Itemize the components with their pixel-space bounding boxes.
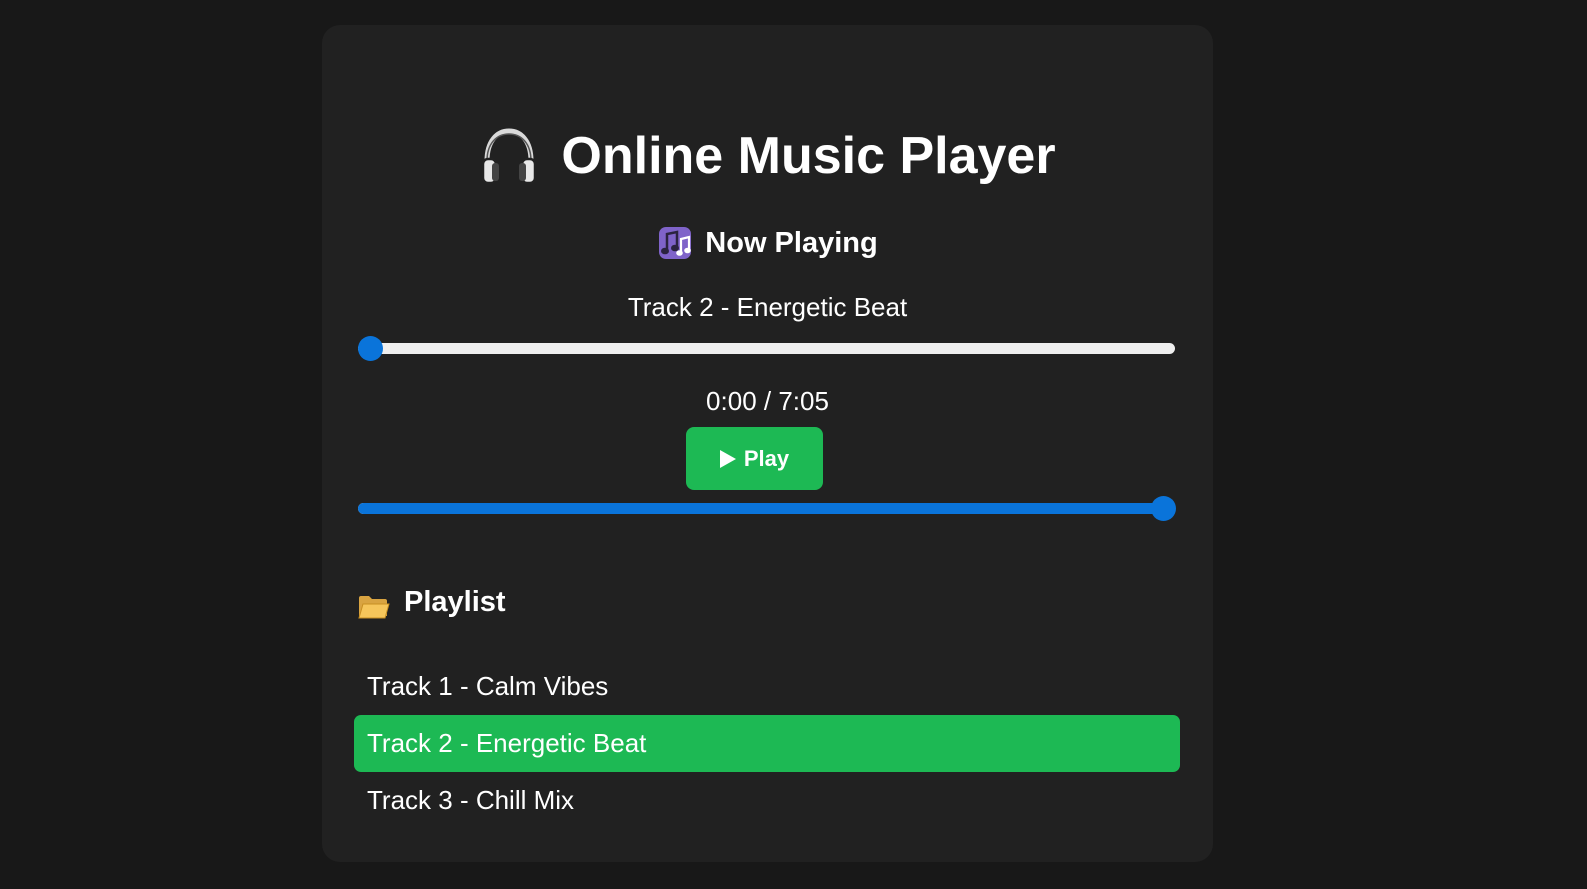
volume-slider[interactable] bbox=[358, 495, 1176, 521]
player-card: Online Music Player Now Playing Track 2 … bbox=[322, 25, 1213, 862]
play-button-label: Play bbox=[743, 445, 790, 471]
headphones-icon bbox=[479, 125, 539, 187]
open-folder-icon bbox=[358, 589, 390, 619]
now-playing-label: Now Playing bbox=[705, 227, 878, 259]
play-triangle-icon bbox=[719, 449, 736, 468]
seek-thumb[interactable] bbox=[358, 336, 383, 361]
playlist-item[interactable]: Track 2 - Energetic Beat bbox=[354, 715, 1180, 772]
playlist-item[interactable]: Track 1 - Calm Vibes bbox=[354, 658, 1180, 715]
playlist-heading-label: Playlist bbox=[404, 586, 506, 618]
playlist: Track 1 - Calm Vibes Track 2 - Energetic… bbox=[354, 658, 1180, 829]
playlist-item[interactable]: Track 3 - Chill Mix bbox=[354, 772, 1180, 829]
app-title: Online Music Player bbox=[322, 121, 1213, 191]
playlist-heading: Playlist bbox=[358, 580, 506, 624]
volume-thumb[interactable] bbox=[1151, 496, 1176, 521]
current-track-title: Track 2 - Energetic Beat bbox=[627, 292, 908, 322]
app-title-text: Online Music Player bbox=[561, 127, 1056, 185]
seek-track bbox=[358, 343, 1175, 354]
now-playing-heading: Now Playing bbox=[322, 220, 1213, 266]
music-notes-icon bbox=[657, 225, 693, 261]
play-button[interactable]: Play bbox=[686, 427, 823, 490]
seek-slider[interactable] bbox=[358, 335, 1175, 361]
volume-fill bbox=[358, 503, 1175, 514]
time-display: 0:00 / 7:05 bbox=[706, 386, 829, 416]
